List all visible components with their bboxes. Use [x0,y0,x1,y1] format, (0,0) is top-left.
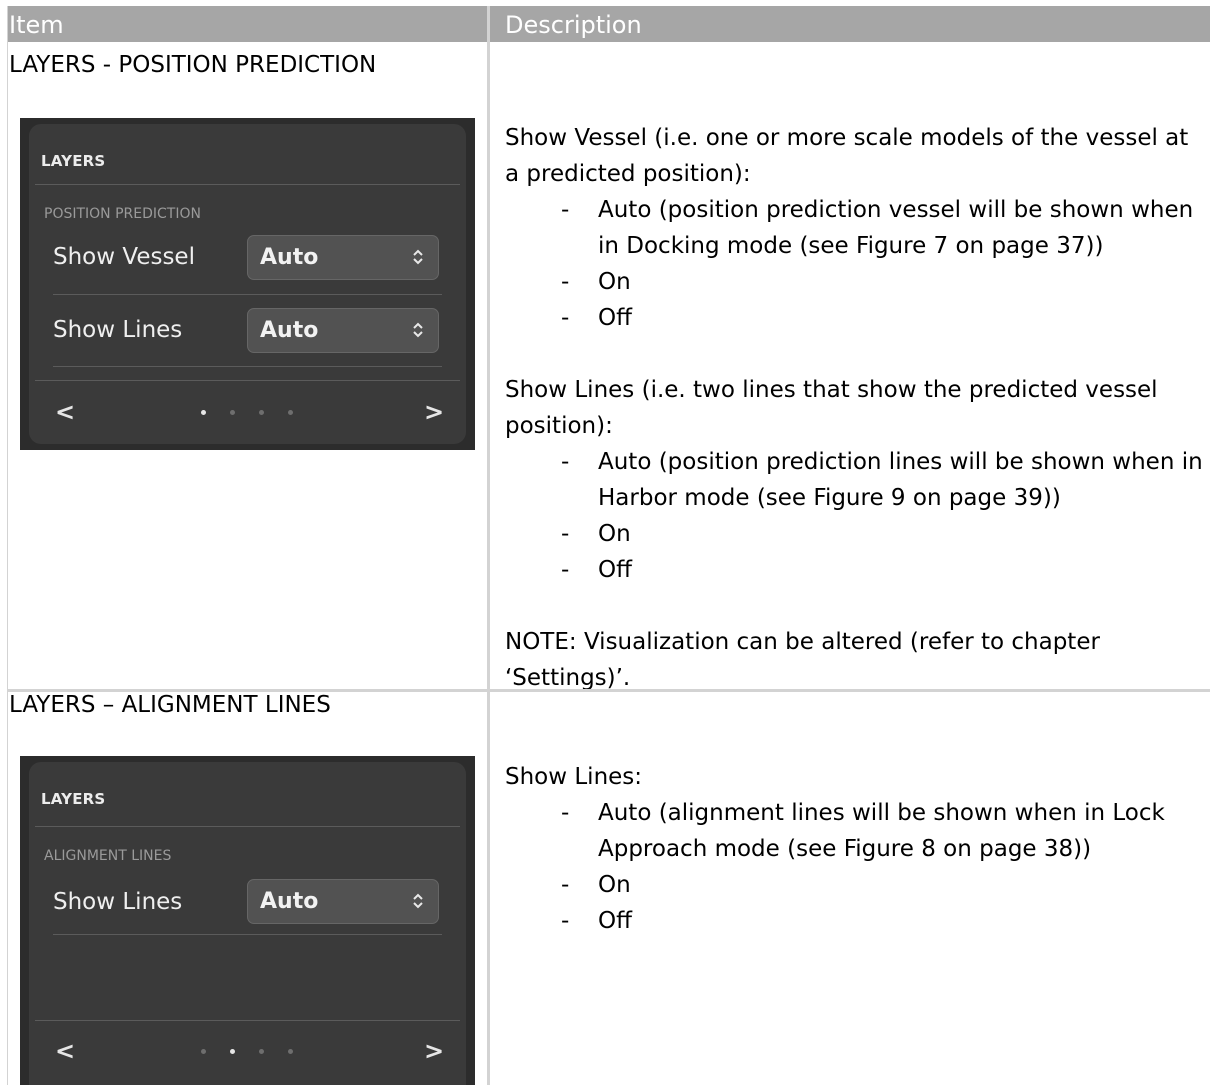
page-dot-4[interactable] [288,1049,293,1054]
option-item: - Off [561,908,632,934]
show-vessel-description: Show Vessel (i.e. one or more scale mode… [505,125,1189,187]
show-vessel-value: Auto [260,245,319,270]
option-item: - On [561,521,631,547]
previous-page-chevron-icon[interactable]: < [55,1037,75,1065]
option-item: - On [561,872,631,898]
next-page-chevron-icon[interactable]: > [424,398,444,426]
page-dot-3[interactable] [259,1049,264,1054]
layers-panel: LAYERS POSITION PREDICTION Show Vessel A… [29,124,466,444]
show-lines-description: Show Lines: [505,764,643,790]
show-vessel-options: - Auto (position prediction vessel will b… [505,192,1205,336]
row-2-item-title: LAYERS – ALIGNMENT LINES [9,692,331,718]
show-lines-select[interactable]: Auto [247,879,439,924]
row-2-description: Show Lines: - Auto (alignment lines will … [505,759,1205,939]
show-lines-label: Show Lines [53,889,183,915]
section-label: ALIGNMENT LINES [44,848,172,864]
show-lines-value: Auto [260,318,319,343]
option-item: - Off [561,305,632,331]
row-1-description: Show Vessel (i.e. one or more scale mode… [505,120,1205,696]
page-dot-1[interactable] [201,1049,206,1054]
option-item: - Auto (position prediction lines will be… [561,449,1203,511]
row-2-panel-screenshot: LAYERS ALIGNMENT LINES Show Lines Auto <… [20,756,475,1085]
page-dot-2[interactable] [230,1049,235,1054]
option-item: - Auto (alignment lines will be shown whe… [561,800,1165,862]
show-lines-options: - Auto (position prediction lines will be… [505,444,1205,588]
up-down-chevron-icon [413,893,423,909]
footer-divider [35,1020,460,1021]
column-header-description: Description [490,6,1210,42]
column-header-item: Item [7,6,487,42]
page-dot-3[interactable] [259,410,264,415]
show-lines-value: Auto [260,889,319,914]
up-down-chevron-icon [413,322,423,338]
show-lines-label: Show Lines [53,317,183,343]
footer-divider [35,380,460,381]
column-divider [487,6,490,1085]
page-dot-4[interactable] [288,410,293,415]
row-divider [53,934,442,935]
panel-divider [35,184,460,185]
panel-title: LAYERS [41,790,106,808]
previous-page-chevron-icon[interactable]: < [55,398,75,426]
layers-panel: LAYERS ALIGNMENT LINES Show Lines Auto <… [29,762,466,1085]
show-lines-select[interactable]: Auto [247,308,439,353]
next-page-chevron-icon[interactable]: > [424,1037,444,1065]
note-text: NOTE: Visualization can be altered (refe… [505,629,1100,691]
show-vessel-label: Show Vessel [53,244,195,270]
show-vessel-select[interactable]: Auto [247,235,439,280]
page-dot-1[interactable] [201,410,206,415]
row-divider [53,294,442,295]
section-label: POSITION PREDICTION [44,206,201,222]
option-item: - Auto (position prediction vessel will b… [561,197,1194,259]
up-down-chevron-icon [413,249,423,265]
page-dot-2[interactable] [230,410,235,415]
show-lines-options: - Auto (alignment lines will be shown whe… [505,795,1205,939]
panel-title: LAYERS [41,152,106,170]
row-divider [53,366,442,367]
row-1-item-title: LAYERS - POSITION PREDICTION [9,52,377,78]
row-1-panel-screenshot: LAYERS POSITION PREDICTION Show Vessel A… [20,118,475,450]
option-item: - On [561,269,631,295]
document-page: Item Description LAYERS - POSITION PREDI… [0,0,1210,1085]
show-lines-description: Show Lines (i.e. two lines that show the… [505,377,1158,439]
option-item: - Off [561,557,632,583]
table-left-border [7,6,8,1085]
panel-divider [35,826,460,827]
